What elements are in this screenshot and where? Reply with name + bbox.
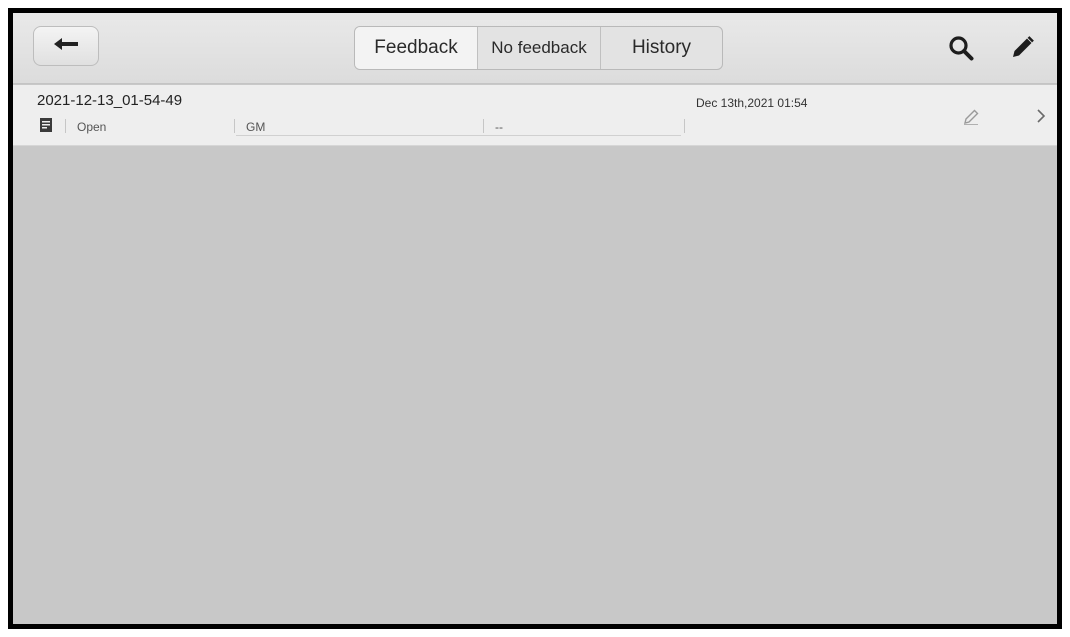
field-underline	[236, 135, 681, 136]
app-window: Feedback No feedback History 2021-12-13_…	[8, 8, 1062, 629]
record-date: Dec 13th,2021 01:54	[696, 96, 808, 110]
back-arrow-icon	[53, 37, 79, 56]
row-edit-icon[interactable]	[962, 108, 980, 126]
record-make: GM	[246, 120, 266, 134]
record-title: 2021-12-13_01-54-49	[37, 92, 183, 109]
document-icon	[39, 117, 53, 133]
divider	[684, 119, 685, 133]
pencil-icon[interactable]	[1007, 33, 1037, 63]
tab-history[interactable]: History	[600, 27, 722, 69]
record-status: Open	[77, 120, 107, 134]
back-button[interactable]	[33, 26, 99, 66]
list-item[interactable]: 2021-12-13_01-54-49 Dec 13th,2021 01:54 …	[13, 85, 1057, 146]
divider	[483, 119, 484, 133]
top-toolbar: Feedback No feedback History	[13, 13, 1057, 84]
tab-feedback[interactable]: Feedback	[355, 27, 477, 69]
record-detail: --	[495, 120, 503, 134]
search-icon[interactable]	[946, 33, 976, 63]
divider	[234, 119, 235, 133]
chevron-right-icon[interactable]	[1035, 107, 1047, 125]
divider	[65, 119, 66, 133]
tab-no-feedback[interactable]: No feedback	[477, 27, 600, 69]
tab-bar: Feedback No feedback History	[354, 26, 723, 70]
